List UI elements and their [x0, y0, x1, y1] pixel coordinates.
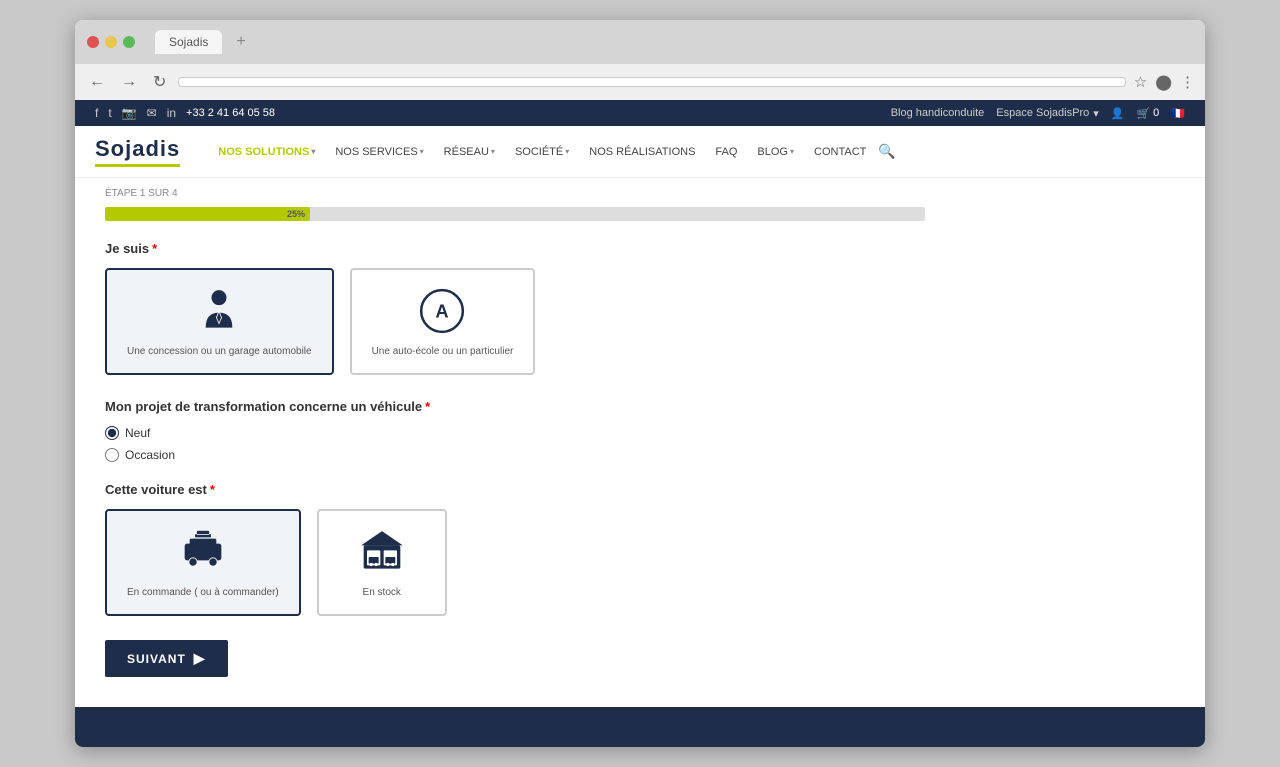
option-card-order[interactable]: En commande ( ou à commander) — [105, 509, 301, 616]
option-school-label: Une auto-école ou un particulier — [372, 346, 514, 357]
address-bar[interactable] — [178, 77, 1125, 87]
radio-occasion-input[interactable] — [105, 448, 119, 462]
nav-label-societe: SOCIÉTÉ — [515, 146, 563, 158]
nav-item-services[interactable]: NOS SERVICES ▾ — [327, 140, 431, 164]
flag-icon[interactable]: 🇫🇷 — [1171, 107, 1185, 120]
profile-icon: ⬤ — [1155, 73, 1172, 91]
user-icon[interactable]: 👤 — [1111, 107, 1125, 120]
option-dealer-label: Une concession ou un garage automobile — [127, 346, 312, 357]
facebook-icon[interactable]: f — [95, 106, 98, 120]
menu-button[interactable]: ⋮ — [1180, 73, 1195, 91]
nav-item-blog[interactable]: BLOG ▾ — [749, 140, 802, 164]
nav-label-solutions: NOS SOLUTIONS — [218, 146, 309, 158]
mail-icon[interactable]: ✉ — [147, 106, 157, 120]
blog-link[interactable]: Blog handiconduite — [891, 107, 985, 119]
radio-neuf-input[interactable] — [105, 426, 119, 440]
website-content: f t 📷 ✉ in +33 2 41 64 05 58 Blog handic… — [75, 100, 1205, 747]
tab-label: Sojadis — [169, 35, 208, 49]
dealer-icon — [194, 286, 244, 336]
radio-group-vehicule: Neuf Occasion — [105, 426, 945, 462]
breadcrumb: ÉTAPE 1 SUR 4 — [105, 188, 945, 199]
stock-icon — [357, 527, 407, 577]
chevron-down-icon: ▾ — [565, 147, 569, 156]
page-content: ÉTAPE 1 SUR 4 25% Je suis* — [75, 178, 975, 707]
je-suis-label: Je suis* — [105, 241, 945, 256]
top-bar: f t 📷 ✉ in +33 2 41 64 05 58 Blog handic… — [75, 100, 1205, 126]
twitter-icon[interactable]: t — [108, 106, 111, 120]
browser-tab[interactable]: Sojadis — [155, 30, 222, 54]
required-star-3: * — [210, 482, 215, 497]
radio-neuf-label: Neuf — [125, 426, 150, 440]
browser-title-bar: Sojadis + — [75, 20, 1205, 64]
nav-item-faq[interactable]: FAQ — [707, 140, 745, 164]
radio-occasion-label: Occasion — [125, 448, 175, 462]
new-tab-button[interactable]: + — [236, 33, 245, 51]
suivant-label: SUIVANT — [127, 652, 186, 666]
option-card-school[interactable]: A Une auto-école ou un particulier — [350, 268, 536, 375]
option-order-label: En commande ( ou à commander) — [127, 587, 279, 598]
voiture-options: En commande ( ou à commander) — [105, 509, 945, 616]
dot-minimize[interactable] — [105, 36, 117, 48]
back-button[interactable]: ← — [85, 71, 109, 93]
je-suis-options: Une concession ou un garage automobile A… — [105, 268, 945, 375]
main-nav: Sojadis NOS SOLUTIONS ▾ NOS SERVICES ▾ R… — [75, 126, 1205, 178]
chevron-down-icon: ▾ — [311, 147, 315, 156]
projet-label: Mon projet de transformation concerne un… — [105, 399, 945, 414]
option-stock-label: En stock — [363, 587, 401, 598]
suivant-button[interactable]: SUIVANT ▶ — [105, 640, 228, 677]
site-footer — [75, 707, 1205, 747]
cart-count: 0 — [1153, 107, 1159, 119]
top-bar-right: Blog handiconduite Espace SojadisPro ▾ 👤… — [891, 107, 1185, 120]
chevron-down-icon: ▾ — [790, 147, 794, 156]
svg-text:A: A — [436, 301, 449, 322]
nav-label-faq: FAQ — [715, 146, 737, 158]
option-card-dealer[interactable]: Une concession ou un garage automobile — [105, 268, 334, 375]
nav-item-contact[interactable]: CONTACT — [806, 140, 874, 164]
nav-item-realisations[interactable]: NOS RÉALISATIONS — [581, 140, 703, 164]
progress-label: 25% — [287, 209, 305, 219]
nav-label-contact: CONTACT — [814, 146, 866, 158]
nav-item-societe[interactable]: SOCIÉTÉ ▾ — [507, 140, 577, 164]
nav-label-reseau: RÉSEAU — [444, 146, 489, 158]
logo-underline — [95, 164, 180, 167]
radio-occasion[interactable]: Occasion — [105, 448, 945, 462]
refresh-button[interactable]: ↻ — [149, 70, 170, 94]
dot-close[interactable] — [87, 36, 99, 48]
voiture-label: Cette voiture est* — [105, 482, 945, 497]
browser-toolbar: ← → ↻ ☆ ⬤ ⋮ — [75, 64, 1205, 100]
espace-pro-chevron: ▾ — [1093, 107, 1099, 120]
nav-label-realisations: NOS RÉALISATIONS — [589, 146, 695, 158]
nav-item-reseau[interactable]: RÉSEAU ▾ — [436, 140, 503, 164]
espace-pro-button[interactable]: Espace SojadisPro ▾ — [996, 107, 1098, 120]
arrow-right-icon: ▶ — [194, 650, 206, 667]
logo[interactable]: Sojadis — [95, 136, 180, 167]
required-star: * — [152, 241, 157, 256]
forward-button[interactable]: → — [117, 71, 141, 93]
order-icon — [178, 527, 228, 577]
chevron-down-icon: ▾ — [420, 147, 424, 156]
option-card-stock[interactable]: En stock — [317, 509, 447, 616]
linkedin-icon[interactable]: in — [167, 106, 176, 120]
nav-label-blog: BLOG — [757, 146, 788, 158]
nav-item-solutions[interactable]: NOS SOLUTIONS ▾ — [210, 140, 323, 164]
cart-button[interactable]: 🛒 0 — [1136, 107, 1159, 120]
browser-dots — [87, 36, 135, 48]
progress-bar-fill: 25% — [105, 207, 310, 221]
search-icon[interactable]: 🔍 — [878, 143, 895, 160]
radio-neuf[interactable]: Neuf — [105, 426, 945, 440]
nav-label-services: NOS SERVICES — [335, 146, 417, 158]
top-bar-left: f t 📷 ✉ in +33 2 41 64 05 58 — [95, 106, 275, 120]
chevron-down-icon: ▾ — [491, 147, 495, 156]
school-icon: A — [417, 286, 467, 336]
espace-pro-label: Espace SojadisPro — [996, 107, 1089, 119]
progress-bar-container: 25% — [105, 207, 925, 221]
phone-number: +33 2 41 64 05 58 — [186, 107, 275, 119]
cart-icon: 🛒 — [1136, 107, 1150, 120]
dot-maximize[interactable] — [123, 36, 135, 48]
required-star-2: * — [425, 399, 430, 414]
instagram-icon[interactable]: 📷 — [122, 106, 137, 120]
nav-menu: NOS SOLUTIONS ▾ NOS SERVICES ▾ RÉSEAU ▾ … — [210, 140, 1185, 164]
logo-text: Sojadis — [95, 136, 180, 162]
star-icon[interactable]: ☆ — [1134, 73, 1147, 91]
